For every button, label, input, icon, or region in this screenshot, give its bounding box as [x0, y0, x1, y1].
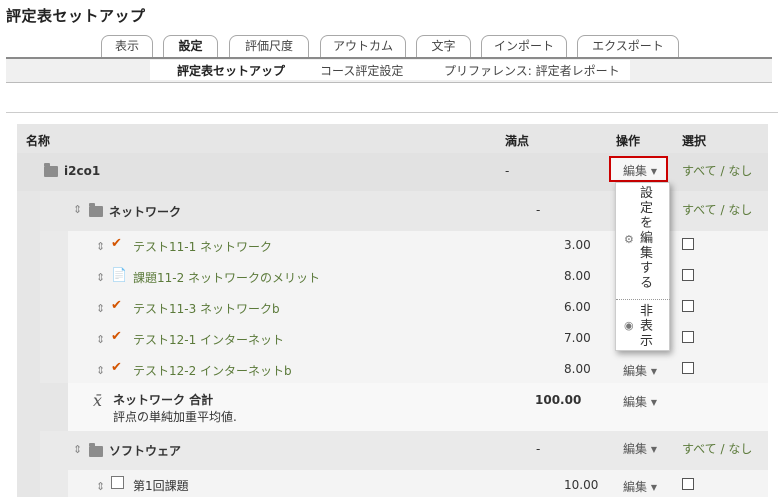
header-name: 名称	[26, 134, 51, 148]
move-icon[interactable]: ⇕	[73, 443, 82, 456]
select-checkbox[interactable]	[682, 478, 694, 490]
category-max: -	[536, 442, 541, 456]
menu-divider	[616, 299, 670, 300]
subtab-gradebook-setup[interactable]: 評定表セットアップ	[177, 62, 285, 79]
folder-icon	[89, 443, 103, 459]
item-max: 8.00	[564, 362, 591, 376]
total-name: ネットワーク 合計	[113, 393, 214, 407]
move-icon[interactable]: ⇕	[96, 480, 105, 493]
total-edit-button[interactable]: 編集 ▼	[623, 393, 657, 410]
select-checkbox[interactable]	[682, 238, 694, 250]
category-select-all-none[interactable]: すべて / なし	[682, 201, 752, 218]
select-checkbox[interactable]	[682, 362, 694, 374]
item-max: 10.00	[564, 478, 599, 492]
tab-letters[interactable]: 文字	[416, 35, 471, 57]
move-icon[interactable]: ⇕	[96, 333, 105, 346]
quiz-check-icon: ✔	[111, 360, 122, 375]
folder-icon	[89, 203, 103, 219]
menu-hide[interactable]: ◉ 非表示	[616, 301, 670, 351]
item-edit-button[interactable]: 編集 ▼	[623, 478, 657, 495]
gear-icon: ⚙	[624, 233, 634, 246]
quiz-check-icon: ✔	[111, 298, 122, 313]
course-max: -	[505, 164, 510, 178]
tab-scales[interactable]: 評価尺度	[229, 35, 309, 57]
caret-down-icon: ▼	[650, 398, 657, 407]
move-icon[interactable]: ⇕	[96, 302, 105, 315]
item-link[interactable]: テスト12-1 インターネット	[133, 331, 284, 348]
tab-outcomes[interactable]: アウトカム	[320, 35, 406, 57]
item-link[interactable]: テスト12-2 インターネットb	[133, 362, 292, 379]
assignment-icon: 📄	[111, 268, 128, 283]
quiz-check-icon: ✔	[111, 236, 122, 251]
move-icon[interactable]: ⇕	[96, 364, 105, 377]
edit-dropdown-menu: ⚙ 設定を編集する ◉ 非表示	[615, 182, 670, 351]
category-name: ソフトウェア	[109, 444, 182, 458]
total-max: 100.00	[535, 393, 582, 407]
subtab-course-settings[interactable]: コース評定設定	[320, 62, 403, 79]
caret-down-icon: ▼	[650, 445, 657, 454]
select-checkbox[interactable]	[682, 331, 694, 343]
category-edit-button[interactable]: 編集 ▼	[623, 440, 657, 457]
menu-edit-settings[interactable]: ⚙ 設定を編集する	[616, 183, 670, 299]
item-max: 3.00	[564, 238, 591, 252]
item-name: 第1回課題	[133, 479, 189, 493]
item-max: 8.00	[564, 269, 591, 283]
category-name: ネットワーク	[109, 205, 182, 219]
quiz-check-icon: ✔	[111, 329, 122, 344]
menu-hide-label: 非表示	[640, 304, 654, 349]
caret-down-icon: ▼	[650, 167, 657, 176]
header-actions: 操作	[616, 134, 641, 148]
item-max: 7.00	[564, 331, 591, 345]
page-title: 評定表セットアップ	[6, 7, 146, 25]
move-icon[interactable]: ⇕	[73, 203, 82, 216]
tab-settings[interactable]: 設定	[163, 35, 218, 57]
item-edit-button[interactable]: 編集 ▼	[623, 362, 657, 379]
header-select: 選択	[682, 134, 707, 148]
item-max: 6.00	[564, 300, 591, 314]
tab-import[interactable]: インポート	[481, 35, 567, 57]
category-select-all-none[interactable]: すべて / なし	[682, 440, 752, 457]
menu-edit-settings-label: 設定を編集する	[640, 186, 654, 291]
caret-down-icon: ▼	[650, 483, 657, 492]
tab-export[interactable]: エクスポート	[577, 35, 679, 57]
move-icon[interactable]: ⇕	[96, 240, 105, 253]
assignment-icon	[111, 476, 124, 490]
tab-view[interactable]: 表示	[101, 35, 153, 57]
course-folder-icon	[44, 163, 58, 179]
caret-down-icon: ▼	[650, 367, 657, 376]
subtab-preferences[interactable]: プリファレンス: 評定者レポート	[444, 62, 620, 79]
header-max: 満点	[505, 134, 530, 148]
total-description: 評点の単純加重平均値.	[113, 410, 237, 424]
item-link[interactable]: テスト11-1 ネットワーク	[133, 238, 272, 255]
move-icon[interactable]: ⇕	[96, 271, 105, 284]
item-link[interactable]: テスト11-3 ネットワークb	[133, 300, 280, 317]
category-max: -	[536, 203, 541, 217]
item-link[interactable]: 課題11-2 ネットワークのメリット	[133, 269, 320, 286]
eye-icon: ◉	[624, 319, 634, 332]
course-select-all-none[interactable]: すべて / なし	[682, 162, 752, 179]
select-checkbox[interactable]	[682, 269, 694, 281]
calculator-icon: x̄	[93, 391, 103, 410]
select-checkbox[interactable]	[682, 300, 694, 312]
course-edit-button[interactable]: 編集 ▼	[623, 162, 657, 179]
course-name: i2co1	[64, 164, 101, 178]
divider	[6, 112, 778, 113]
